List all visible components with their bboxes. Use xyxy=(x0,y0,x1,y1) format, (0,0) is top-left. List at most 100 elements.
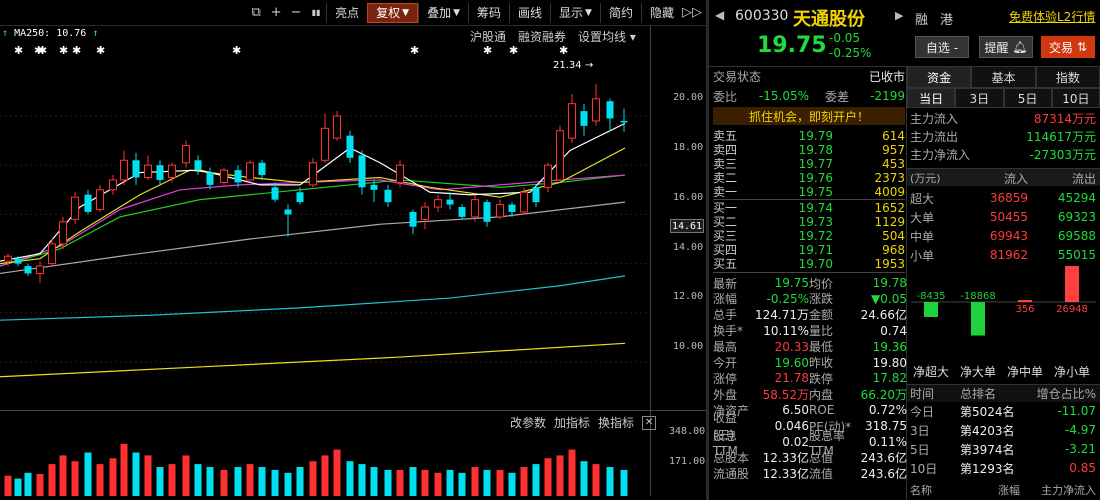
quote-cell: 总股本 xyxy=(713,451,750,466)
quote-row: 外盘 58.52万 内盘 66.20万 xyxy=(713,386,909,402)
rank-value: 第5024名 xyxy=(960,404,1015,419)
rank-row: 5日 第3974名 -3.21 xyxy=(910,441,1096,457)
trade-button[interactable]: 交易 ⇅ xyxy=(1041,36,1095,58)
candle xyxy=(168,164,176,178)
net-flow-value: 356 xyxy=(1015,304,1034,315)
layout-icon[interactable]: ⧉ xyxy=(246,3,266,23)
promo-link[interactable]: 免费体验L2行情 xyxy=(1009,8,1095,25)
alert-button[interactable]: 提醒 🔔︎ xyxy=(979,36,1033,58)
toolbar-adjust-button[interactable]: 复权 ▼ xyxy=(367,2,419,23)
candle xyxy=(284,209,292,215)
event-star: ✱ xyxy=(483,44,492,57)
stock-price: 19.75 xyxy=(757,33,827,58)
ytick-18: 18.00 xyxy=(673,142,704,153)
ask-1[interactable]: 卖一 19.75 4009 xyxy=(713,185,905,200)
rank-period: 10日 xyxy=(910,461,938,476)
candle xyxy=(370,184,378,190)
candle xyxy=(132,160,140,178)
flow-out: 69323 xyxy=(1057,210,1096,224)
event-star: ✱ xyxy=(559,44,568,57)
quote-cell: 318.75 xyxy=(865,419,907,434)
volume-bar xyxy=(483,469,491,496)
zoom-in-icon[interactable]: + xyxy=(266,3,286,23)
open-account-banner[interactable]: 抓住机会，即刻开户！ xyxy=(713,107,905,125)
net-flow-value: -18868 xyxy=(960,291,995,302)
quote-cell: 内盘 xyxy=(809,387,834,402)
zoom-out-icon[interactable]: − xyxy=(286,3,306,23)
volume-bar xyxy=(508,472,516,496)
tab-fund[interactable]: 资金 xyxy=(907,66,972,88)
quote-cell: 6.50 xyxy=(782,403,809,418)
quote-cell: 今开 xyxy=(713,356,738,370)
tab-5day[interactable]: 5日 xyxy=(1003,88,1052,108)
volume-bar xyxy=(194,464,202,496)
volume-bar xyxy=(384,469,392,496)
candle xyxy=(434,199,442,208)
event-star: ✱ xyxy=(72,44,81,57)
main-inflow-row: 主力流入 87314万元 xyxy=(910,111,1096,126)
flow-name: 超大 xyxy=(910,191,935,206)
switch-indicator-link[interactable]: 换指标 xyxy=(598,414,634,431)
tab-index[interactable]: 指数 xyxy=(1035,66,1100,88)
candle xyxy=(296,192,304,203)
quote-cell: 最高 xyxy=(713,340,738,355)
tab-3day[interactable]: 3日 xyxy=(955,88,1004,108)
kline-chart-area[interactable]: ⧉ + − ▮▮ 亮点 复权 ▼ 叠加 ▼ 筹码 画线 显示 ▼ 简约 隐藏 ▷▷ ↑… xyxy=(0,0,706,500)
add-indicator-link[interactable]: 加指标 xyxy=(554,414,590,431)
event-star: ✱ xyxy=(96,44,105,57)
quote-cell: 19.60 xyxy=(774,355,809,370)
flow-in: 36859 xyxy=(989,191,1028,205)
quote-row: 换手* 10.11% 量比 0.74 xyxy=(713,323,909,339)
rank-period: 今日 xyxy=(910,404,935,419)
candle xyxy=(508,204,516,212)
expand-icon[interactable]: ▷▷ xyxy=(682,3,702,23)
stock-name[interactable]: 天通股份 xyxy=(793,5,865,31)
candle xyxy=(48,243,56,265)
volume-bar xyxy=(36,473,44,496)
tab-basic[interactable]: 基本 xyxy=(971,66,1036,88)
net-flow-bars: -8435 净超大 -18868 净大单 356 净中单 26948 净小单 xyxy=(911,266,1096,379)
toolbar-highlight-button[interactable]: 亮点 xyxy=(326,2,367,23)
volume-bar xyxy=(446,469,454,496)
quote-cell: 0.02 xyxy=(782,435,809,449)
volume-bar xyxy=(358,464,366,496)
tab-10day[interactable]: 10日 xyxy=(1051,88,1100,108)
volume-bar xyxy=(620,469,628,496)
net-flow-label: 净超大 xyxy=(913,364,949,379)
bar-toggle-icon[interactable]: ▮▮ xyxy=(306,3,326,23)
ma30-line xyxy=(0,174,626,267)
quote-cell: 19.80 xyxy=(872,355,907,370)
main-net-row: 主力净流入 -27303万元 xyxy=(910,147,1096,162)
nav-prev-icon[interactable]: ◀ xyxy=(715,8,724,22)
toolbar-hide-button[interactable]: 隐藏 xyxy=(640,2,682,23)
volume-bar xyxy=(120,443,128,496)
ma120-line xyxy=(0,275,626,321)
quote-cell: 0.74 xyxy=(880,323,907,338)
close-indicator-icon[interactable]: ✕ xyxy=(642,415,657,430)
toolbar-draw-button[interactable]: 画线 xyxy=(509,2,550,23)
quote-cell: 0.046 xyxy=(774,419,809,434)
quote-cell: 66.20万 xyxy=(860,387,907,402)
vol-tick-348: 348.00 xyxy=(669,426,706,437)
quote-cell: 昨收 xyxy=(809,356,834,370)
toolbar-display-button[interactable]: 显示 ▼ xyxy=(550,2,600,23)
ytick-10: 10.00 xyxy=(673,341,704,352)
bid-5[interactable]: 买五 19.70 1953 xyxy=(713,257,905,272)
toolbar-simple-button[interactable]: 简约 xyxy=(599,2,641,23)
nav-next-icon[interactable]: ▶ xyxy=(895,9,903,22)
quote-cell: 总手 xyxy=(713,308,738,323)
net-flow-bar xyxy=(924,302,938,317)
volume-bar xyxy=(544,458,552,496)
chart-toolbar: ⧉ + − ▮▮ 亮点 复权 ▼ 叠加 ▼ 筹码 画线 显示 ▼ 简约 隐藏 ▷▷ xyxy=(0,0,706,26)
ytick-12: 12.00 xyxy=(673,291,704,302)
quote-panel: ◀ 600330 天通股份 ▶ 融 港 免费体验L2行情 19.75 -0.05… xyxy=(709,0,1100,500)
watchlist-button[interactable]: 自选 - xyxy=(915,36,969,58)
toolbar-overlay-button[interactable]: 叠加 ▼ xyxy=(418,2,468,23)
edit-params-link[interactable]: 改参数 xyxy=(510,414,546,431)
quote-cell: 最低 xyxy=(809,340,834,355)
tab-today[interactable]: 当日 xyxy=(907,88,956,108)
tag-margin: 融 xyxy=(915,13,929,28)
toolbar-chips-button[interactable]: 筹码 xyxy=(468,2,509,23)
quote-cell: ▼0.05 xyxy=(871,291,907,306)
candle xyxy=(14,258,22,264)
